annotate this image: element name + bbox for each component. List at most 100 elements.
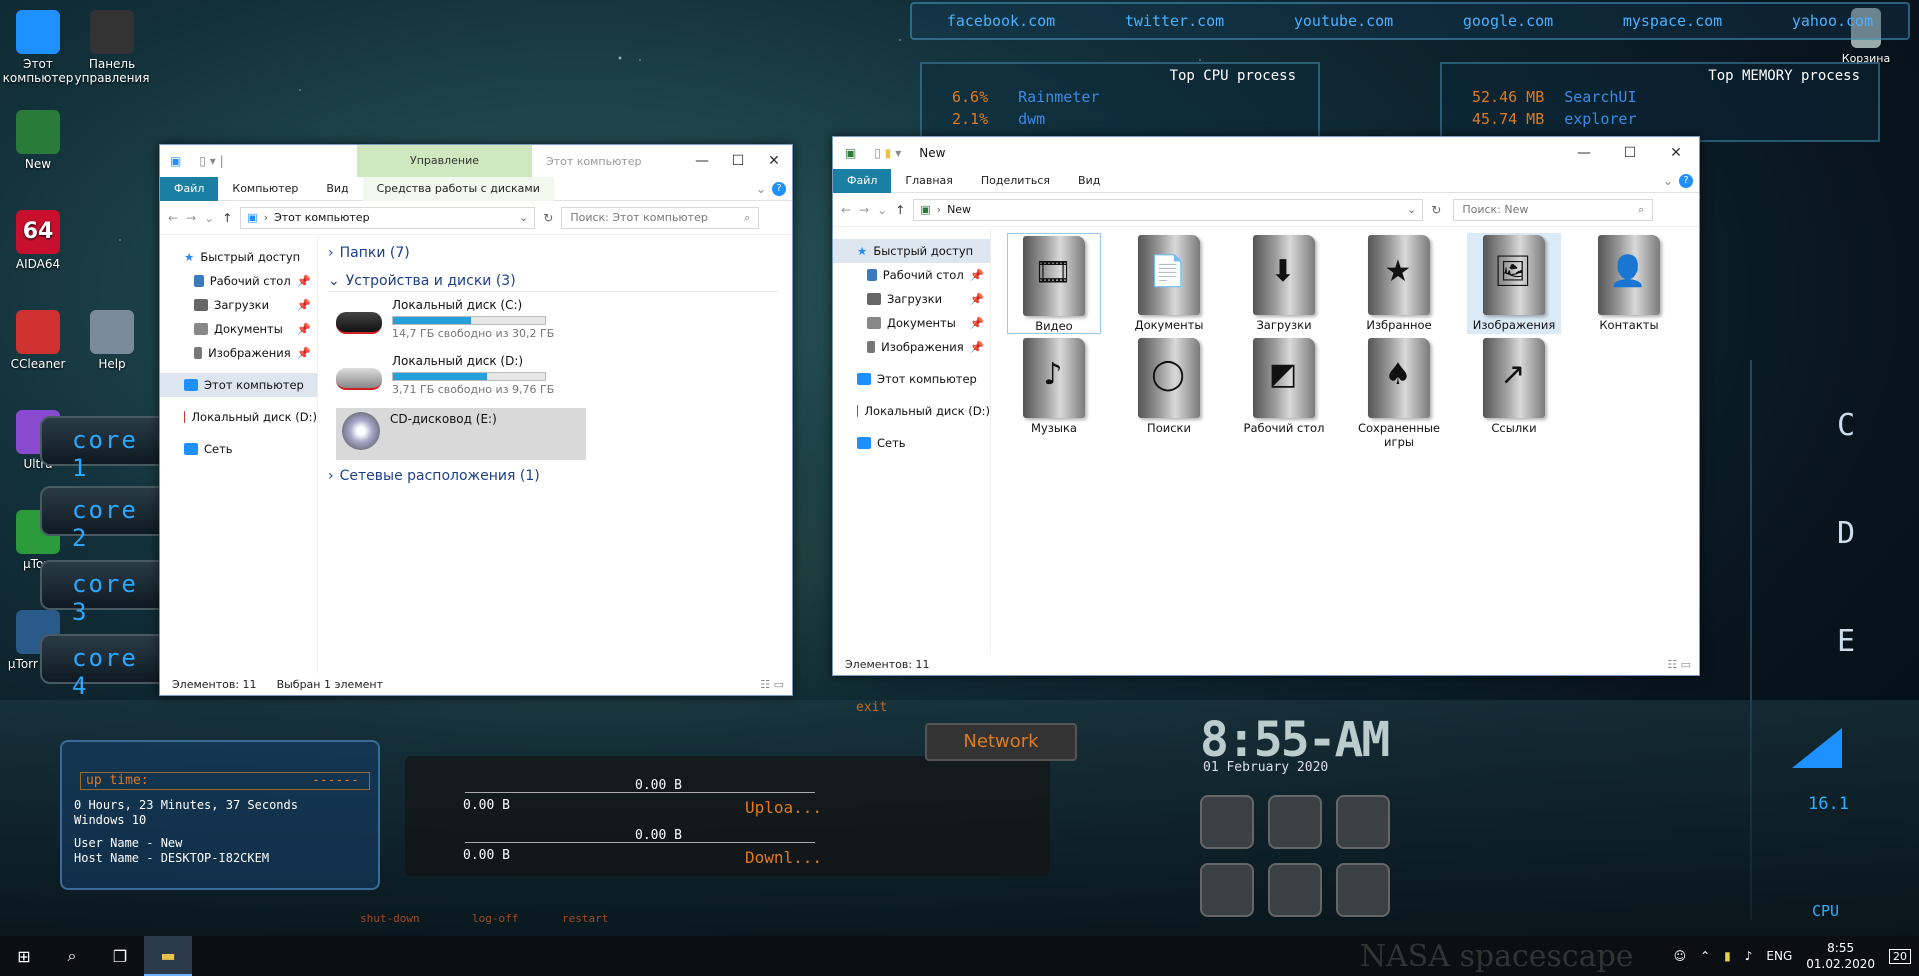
nav-local-disk-d[interactable]: Локальный диск (D:) [833,399,990,423]
people-icon[interactable]: ☺ [1674,949,1687,963]
launcher-slot[interactable] [1200,863,1254,917]
launcher-slot[interactable] [1268,863,1322,917]
view-toggle-icons[interactable]: ☷ ▭ [760,678,784,691]
tab-computer[interactable]: Компьютер [218,177,312,201]
desktop-icon-control-panel[interactable]: Панель управления [74,10,150,85]
chevron-down-icon[interactable]: ⌄ [519,211,528,224]
refresh-icon[interactable]: ↻ [543,211,553,225]
nav-desktop[interactable]: Рабочий стол 📌 [160,269,317,293]
notification-app-icon[interactable]: ▮ [1724,949,1731,963]
folder-item[interactable]: ♠ Сохраненные игры [1352,336,1446,449]
desktop-icon-new[interactable]: New [0,110,76,171]
minimize-button[interactable]: — [684,153,720,169]
section-folders[interactable]: › Папки (7) [328,245,778,261]
task-view-button[interactable]: ❐ [96,936,144,976]
desktop-icon-ccleaner[interactable]: CCleaner [0,310,76,371]
network-title-button[interactable]: Network [925,723,1077,761]
drive-d[interactable]: Локальный диск (D:) 3,71 ГБ свободно из 9… [336,354,778,398]
tab-disk-tools[interactable]: Средства работы с дисками [362,176,554,201]
nav-quick-access[interactable]: ★ Быстрый доступ [833,239,990,263]
volume-icon[interactable]: ♪ [1745,949,1753,963]
link-youtube[interactable]: youtube.com [1294,12,1393,30]
nav-quick-access[interactable]: ★ Быстрый доступ [160,245,317,269]
forward-icon[interactable]: → [859,203,869,217]
folder-item[interactable]: 🖼 Изображения [1467,233,1561,334]
ribbon-expand-icon[interactable]: ⌄ [756,182,766,196]
up-icon[interactable]: ↑ [222,211,232,225]
nav-local-disk-d[interactable]: Локальный диск (D:) [160,405,317,429]
search-button[interactable]: ⌕ [48,936,96,976]
folder-item[interactable]: 👤 Контакты [1582,233,1676,334]
address-bar[interactable]: ▣ › Этот компьютер ⌄ [240,206,536,229]
exit-link[interactable]: exit [856,700,887,715]
folder-item[interactable]: ↗ Ссылки [1467,336,1561,449]
maximize-button[interactable]: ☐ [1607,145,1653,161]
close-button[interactable]: ✕ [1653,145,1699,161]
nav-network[interactable]: Сеть [160,437,317,461]
chevron-down-icon[interactable]: ⌄ [1407,203,1416,216]
folder-item[interactable]: ◩ Рабочий стол [1237,336,1331,449]
quick-access-toolbar[interactable]: ▯ ▮ ▾ [874,146,901,160]
help-icon[interactable]: ? [1679,173,1693,188]
folder-item[interactable]: ◯ Поиски [1122,336,1216,449]
tab-file[interactable]: Файл [160,176,219,201]
launcher-slot[interactable] [1336,795,1390,849]
view-toggle-icons[interactable]: ☷ ▭ [1667,658,1691,671]
recent-icon[interactable]: ⌄ [877,203,887,217]
taskbar-clock[interactable]: 8:55 01.02.2020 [1806,940,1875,972]
notification-count[interactable]: 20 [1889,948,1911,964]
nav-documents[interactable]: Документы 📌 [833,311,990,335]
close-button[interactable]: ✕ [756,153,792,169]
nav-this-pc[interactable]: Этот компьютер [160,373,317,397]
up-icon[interactable]: ↑ [895,203,905,217]
tab-file[interactable]: Файл [833,168,892,193]
nav-downloads[interactable]: Загрузки 📌 [833,287,990,311]
quick-access-toolbar[interactable]: ▯ ▾ | [199,154,223,168]
taskbar-explorer-button[interactable]: ▬ [144,936,192,976]
folder-item[interactable]: ♪ Музыка [1007,336,1101,449]
recent-icon[interactable]: ⌄ [204,211,214,225]
link-google[interactable]: google.com [1463,12,1553,30]
start-button[interactable]: ⊞ [0,936,48,976]
search-input[interactable]: Поиск: New ⌕ [1453,198,1654,221]
link-myspace[interactable]: myspace.com [1623,12,1722,30]
shutdown-link[interactable]: shut-down [360,912,420,925]
ribbon-expand-icon[interactable]: ⌄ [1663,174,1673,188]
manage-context-tab[interactable]: Управление [357,145,532,177]
tab-view[interactable]: Вид [1064,169,1114,193]
section-network-locations[interactable]: › Сетевые расположения (1) [328,468,778,484]
tab-view[interactable]: Вид [312,177,362,201]
folder-item[interactable]: ⬇ Загрузки [1237,233,1331,334]
link-twitter[interactable]: twitter.com [1125,12,1224,30]
link-facebook[interactable]: facebook.com [947,12,1055,30]
language-indicator[interactable]: ENG [1766,949,1792,963]
desktop-icon-aida64[interactable]: 64 AIDA64 [0,210,76,271]
maximize-button[interactable]: ☐ [720,153,756,169]
forward-icon[interactable]: → [186,211,196,225]
address-bar[interactable]: ▣ › New ⌄ [913,198,1424,221]
tab-home[interactable]: Главная [891,169,967,193]
folder-item[interactable]: 📄 Документы [1122,233,1216,334]
link-yahoo[interactable]: yahoo.com [1792,12,1873,30]
nav-desktop[interactable]: Рабочий стол 📌 [833,263,990,287]
launcher-slot[interactable] [1200,795,1254,849]
nav-images[interactable]: Изображения 📌 [160,341,317,365]
nav-images[interactable]: Изображения 📌 [833,335,990,359]
refresh-icon[interactable]: ↻ [1431,203,1441,217]
section-devices[interactable]: ⌄ Устройства и диски (3) [328,273,778,292]
logoff-link[interactable]: log-off [472,912,518,925]
back-icon[interactable]: ← [841,203,851,217]
nav-documents[interactable]: Документы 📌 [160,317,317,341]
help-icon[interactable]: ? [772,181,786,196]
nav-network[interactable]: Сеть [833,431,990,455]
folder-item[interactable]: 🎞 Видео [1007,233,1101,334]
launcher-slot[interactable] [1336,863,1390,917]
restart-link[interactable]: restart [562,912,608,925]
desktop-icon-help[interactable]: Help [74,310,150,371]
tab-share[interactable]: Поделиться [967,169,1064,193]
chevron-up-icon[interactable]: ⌃ [1700,949,1710,963]
drive-e-selected[interactable]: CD-дисковод (E:) [336,408,586,460]
launcher-slot[interactable] [1268,795,1322,849]
nav-this-pc[interactable]: Этот компьютер [833,367,990,391]
back-icon[interactable]: ← [168,211,178,225]
